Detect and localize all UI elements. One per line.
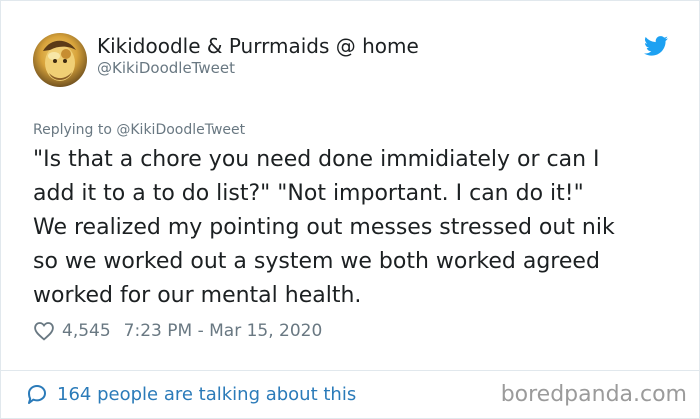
speech-bubble-icon <box>28 385 46 404</box>
watermark: boredpanda.com <box>500 382 687 407</box>
tweet-card: Kikidoodle & Purrmaids @ home @KikiDoodl… <box>0 0 700 419</box>
conversation-link[interactable]: 164 people are talking about this <box>25 383 356 407</box>
heart-icon[interactable] <box>33 321 55 341</box>
avatar[interactable] <box>33 33 87 87</box>
tweet-text: "Is that a chore you need done immidiate… <box>33 147 615 308</box>
reply-context: Replying to @KikiDoodleTweet <box>33 122 246 138</box>
like-count[interactable]: 4,545 <box>62 321 111 341</box>
conversation-label[interactable]: 164 people are talking about this <box>57 384 356 406</box>
author-handle[interactable]: @KikiDoodleTweet <box>97 59 235 78</box>
author-name[interactable]: Kikidoodle & Purrmaids @ home <box>97 34 419 58</box>
tweet-meta: 4,545 7:23 PM - Mar 15, 2020 <box>33 319 322 343</box>
tweet-timestamp[interactable]: 7:23 PM - Mar 15, 2020 <box>124 321 323 341</box>
twitter-bird-icon[interactable] <box>644 36 668 56</box>
footer-divider <box>1 370 700 371</box>
